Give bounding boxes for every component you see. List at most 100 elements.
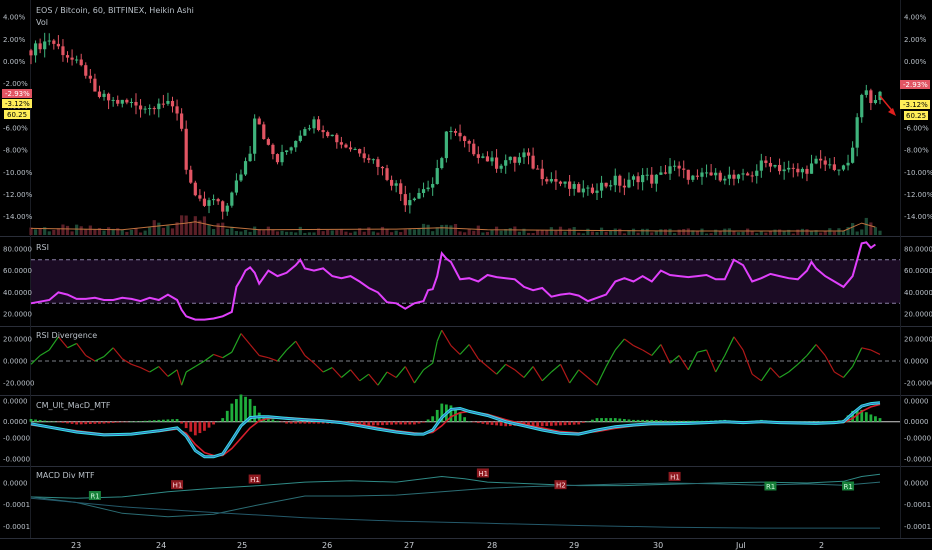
x-axis-tick-label: Jul — [735, 541, 746, 550]
rsi-divergence-segment — [240, 333, 251, 345]
volume-bar — [362, 231, 366, 235]
rsi-divergence-segment — [213, 353, 223, 359]
candle-body — [271, 144, 275, 155]
rsi-divergence-segment — [806, 344, 817, 356]
candle-body — [198, 195, 202, 199]
volume-bar — [581, 233, 585, 235]
volume-bar — [193, 216, 197, 235]
volume-bar — [572, 227, 576, 235]
divergence-marker-label: H1 — [478, 470, 488, 478]
volume-bar — [376, 232, 380, 235]
trading-chart[interactable]: R1 H1 H1 H1 H2 H1 R1 R1 4.00% 4.00% 2.00% 2.00% 0.0… — [0, 0, 932, 550]
candle-body — [335, 134, 339, 143]
volume-bar — [138, 232, 143, 235]
candle-body — [408, 200, 412, 206]
volume-bar — [385, 229, 389, 235]
macd-histogram-bar — [408, 421, 412, 425]
macd-histogram-bar — [581, 421, 585, 423]
volume-bar — [61, 224, 65, 235]
rsi-divergence-segment — [678, 355, 689, 371]
macd-histogram-bar — [294, 421, 298, 424]
chart-title: EOS / Bitcoin, 60, BITFINEX, Heikin Ashi — [36, 6, 194, 15]
macd-histogram-bar — [577, 421, 581, 425]
rsi-divergence-segment — [669, 355, 680, 364]
candle-body — [230, 192, 234, 206]
candle-body — [791, 167, 795, 169]
candle-body — [668, 166, 672, 174]
volume-bar — [239, 231, 243, 235]
rsi-divergence-segment — [359, 373, 370, 382]
rsi-divergence-segment — [642, 349, 653, 357]
volume-bar — [568, 228, 572, 235]
volume-bar — [88, 225, 92, 235]
volume-bar — [440, 224, 444, 235]
volume-bar — [641, 228, 645, 235]
volume-bar — [860, 229, 864, 235]
price-tag-last: -2.93% — [5, 90, 30, 98]
x-axis-tick-label: 29 — [569, 541, 579, 550]
candle-body — [376, 159, 380, 167]
rsi-divergence-segment — [395, 366, 406, 378]
macd-histogram-bar — [184, 421, 188, 429]
macd-histogram-bar — [399, 421, 403, 425]
candle-body — [116, 99, 120, 104]
candle-body — [47, 40, 51, 42]
divergence-marker-label: R1 — [844, 483, 853, 491]
candle-body — [577, 184, 581, 193]
macd-histogram-bar — [120, 421, 124, 423]
macd-histogram-bar — [66, 421, 69, 424]
macd-right-tick: -0.0000 — [904, 435, 931, 443]
candle-body — [558, 181, 563, 184]
candle-body — [403, 194, 407, 206]
rsi-divergence-segment — [259, 354, 269, 359]
rsi-divergence-segment — [158, 366, 169, 377]
macd-histogram-bar — [298, 421, 302, 424]
macd-histogram-bar — [75, 421, 79, 425]
volume-bar — [184, 215, 188, 235]
candle-body — [755, 170, 759, 176]
volume-bar — [65, 225, 70, 235]
candle-body — [485, 156, 490, 162]
rsi-divergence-left-tick: -20.0000 — [3, 380, 34, 388]
x-axis-tick-label: 2 — [819, 541, 824, 550]
macd-histogram-bar — [98, 421, 101, 424]
rsi-divergence-segment — [112, 347, 123, 360]
macd-histogram-bar — [93, 421, 97, 424]
macd-histogram-bar — [563, 421, 567, 426]
macd-right-tick: 0.0000 — [904, 418, 929, 426]
candle-body — [773, 164, 777, 167]
candle-body — [65, 55, 70, 58]
volume-bar — [613, 228, 617, 235]
macd-histogram-bar — [559, 421, 562, 426]
rsi-divergence-right-tick: 0.0000 — [904, 358, 929, 366]
candle-body — [389, 179, 394, 186]
macd-histogram-bar — [664, 420, 667, 422]
candle-body — [303, 129, 307, 136]
candle-body — [860, 94, 864, 118]
macd-div-left-tick: 0.0000 — [3, 480, 28, 488]
rsi-divergence-segment — [413, 369, 425, 384]
candle-body — [590, 187, 595, 193]
macd-histogram-bar — [280, 421, 284, 423]
volume-bar — [622, 233, 626, 235]
candle-body — [440, 158, 444, 169]
volume-bar — [476, 225, 480, 235]
volume-bar — [791, 233, 795, 235]
volume-bar — [129, 229, 134, 235]
volume-bar — [595, 232, 599, 235]
volume-bar — [513, 226, 517, 235]
rsi-divergence-segment — [249, 344, 260, 356]
candle-body — [458, 132, 462, 137]
volume-bar — [303, 232, 307, 235]
volume-bar — [262, 230, 266, 235]
rsi-divergence-segment — [322, 367, 333, 373]
candle-body — [604, 182, 608, 187]
price-tag-volume: 60.25 — [7, 111, 27, 119]
candle-body — [148, 108, 152, 110]
macd-histogram-bar — [595, 418, 599, 422]
rsi-divergence-segment — [277, 349, 288, 362]
volume-bar — [166, 225, 170, 235]
candle-body — [659, 172, 663, 175]
rsi-divergence-segment — [167, 369, 178, 377]
macd-div-upper-line — [30, 473, 881, 499]
